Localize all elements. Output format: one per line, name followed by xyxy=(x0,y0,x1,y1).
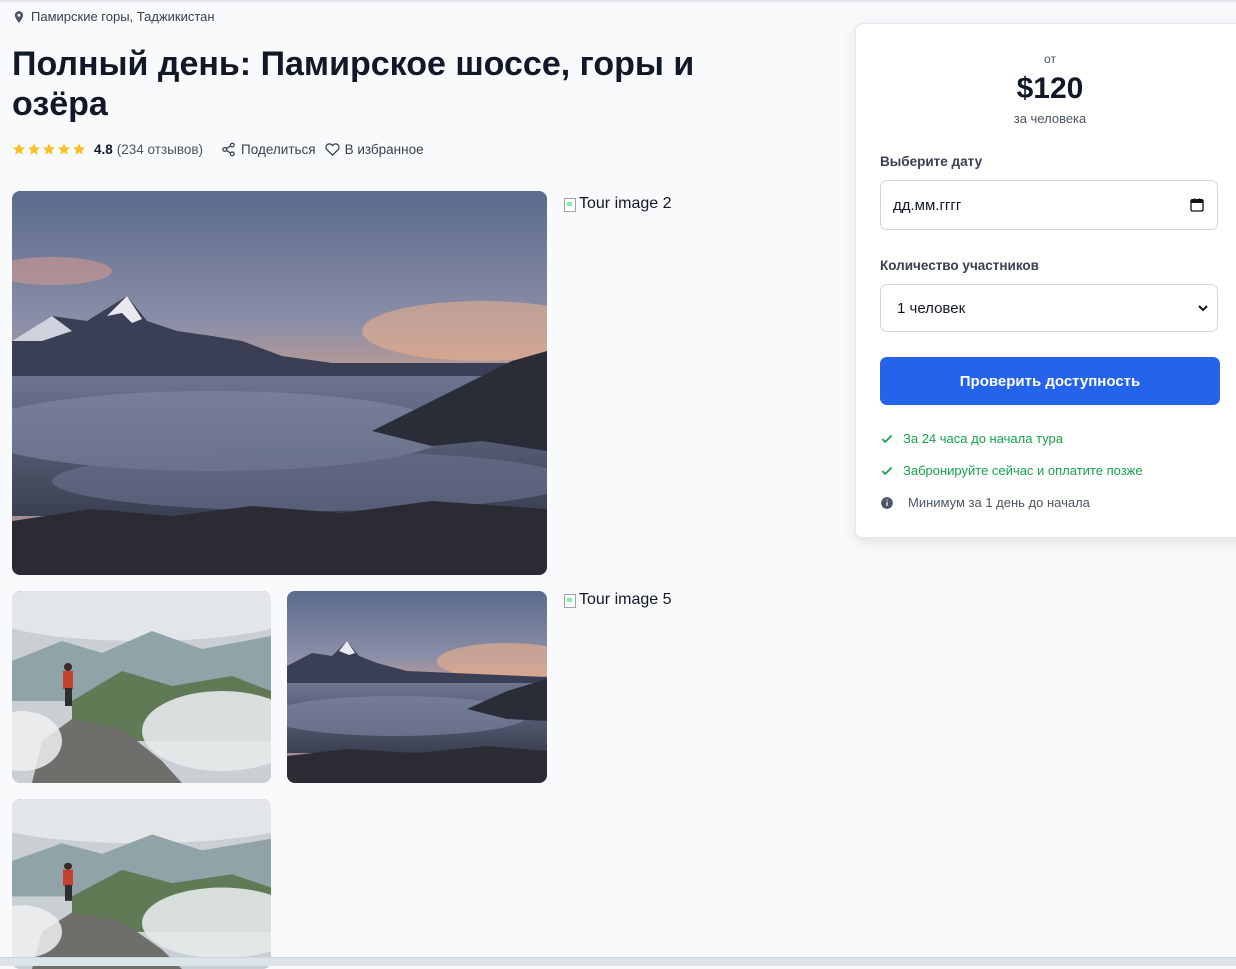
note-text: Забронируйте сейчас и оплатите позже xyxy=(903,463,1143,478)
check-icon xyxy=(881,466,893,475)
map-pin-icon xyxy=(14,10,24,23)
info-icon xyxy=(881,496,893,509)
note-text: За 24 часа до начала тура xyxy=(903,431,1064,446)
check-availability-button[interactable]: Проверить доступность xyxy=(880,357,1220,405)
image-alt-text: Tour image 2 xyxy=(579,195,672,212)
participants-select[interactable]: 1 человек xyxy=(880,284,1218,332)
chevron-down-icon xyxy=(1198,305,1208,312)
image-alt-text: Tour image 5 xyxy=(579,591,672,608)
price-from-label: от xyxy=(1044,52,1056,66)
date-placeholder: дд.мм.гггг xyxy=(893,196,962,214)
share-button[interactable]: Поделиться xyxy=(221,142,316,157)
mountain-sunset-image xyxy=(12,191,547,575)
gallery-image-5-broken[interactable]: Tour image 5 xyxy=(563,591,672,609)
broken-image-icon xyxy=(563,592,577,608)
participants-label: Количество участников xyxy=(880,258,1039,273)
reviews-count[interactable]: (234 отзывов) xyxy=(117,142,203,157)
tour-meta: 4.8 (234 отзывов) Поделиться В избранное xyxy=(12,139,433,159)
location: Памирские горы, Таджикистан xyxy=(12,9,215,24)
price-per-label: за человека xyxy=(1013,111,1087,126)
check-icon xyxy=(881,434,893,443)
favorite-label: В избранное xyxy=(344,141,424,157)
booking-card: от $120 за человека Выберите дату дд.мм.… xyxy=(855,23,1236,538)
heart-icon xyxy=(324,142,340,156)
hiker-mountain-image xyxy=(12,591,271,783)
location-text: Памирские горы, Таджикистан xyxy=(31,9,215,24)
gallery-image-3[interactable] xyxy=(12,591,271,783)
rating-stars xyxy=(12,142,86,156)
date-label: Выберите дату xyxy=(880,154,983,169)
star-icon xyxy=(72,143,86,155)
star-icon xyxy=(42,143,56,155)
top-divider xyxy=(0,0,1236,2)
tour-title: Полный день: Памирское шоссе, горы и озё… xyxy=(12,45,695,123)
hiker-mountain-image xyxy=(12,799,271,969)
price-value: $120 xyxy=(1016,72,1084,105)
gallery-image-2-broken[interactable]: Tour image 2 xyxy=(563,195,672,213)
star-icon xyxy=(57,143,71,155)
broken-image-icon xyxy=(563,196,577,212)
calendar-icon[interactable] xyxy=(1189,197,1205,213)
mountain-sunset-image xyxy=(287,591,547,783)
note-pay-later: Забронируйте сейчас и оплатите позже xyxy=(880,463,1143,478)
participants-value: 1 человек xyxy=(897,299,966,317)
date-input[interactable]: дд.мм.гггг xyxy=(880,180,1218,230)
note-cancellation: За 24 часа до начала тура xyxy=(880,431,1063,446)
note-minimum: Минимум за 1 день до начала xyxy=(880,495,1090,510)
rating-value: 4.8 xyxy=(94,141,113,157)
share-label: Поделиться xyxy=(241,141,316,157)
share-icon xyxy=(222,142,235,156)
star-icon xyxy=(12,143,26,155)
gallery-main-image[interactable] xyxy=(12,191,547,575)
note-text: Минимум за 1 день до начала xyxy=(908,495,1090,510)
star-icon xyxy=(27,143,41,155)
gallery-image-4[interactable] xyxy=(287,591,547,783)
gallery-image-6[interactable] xyxy=(12,799,271,969)
favorite-button[interactable]: В избранное xyxy=(324,141,424,157)
